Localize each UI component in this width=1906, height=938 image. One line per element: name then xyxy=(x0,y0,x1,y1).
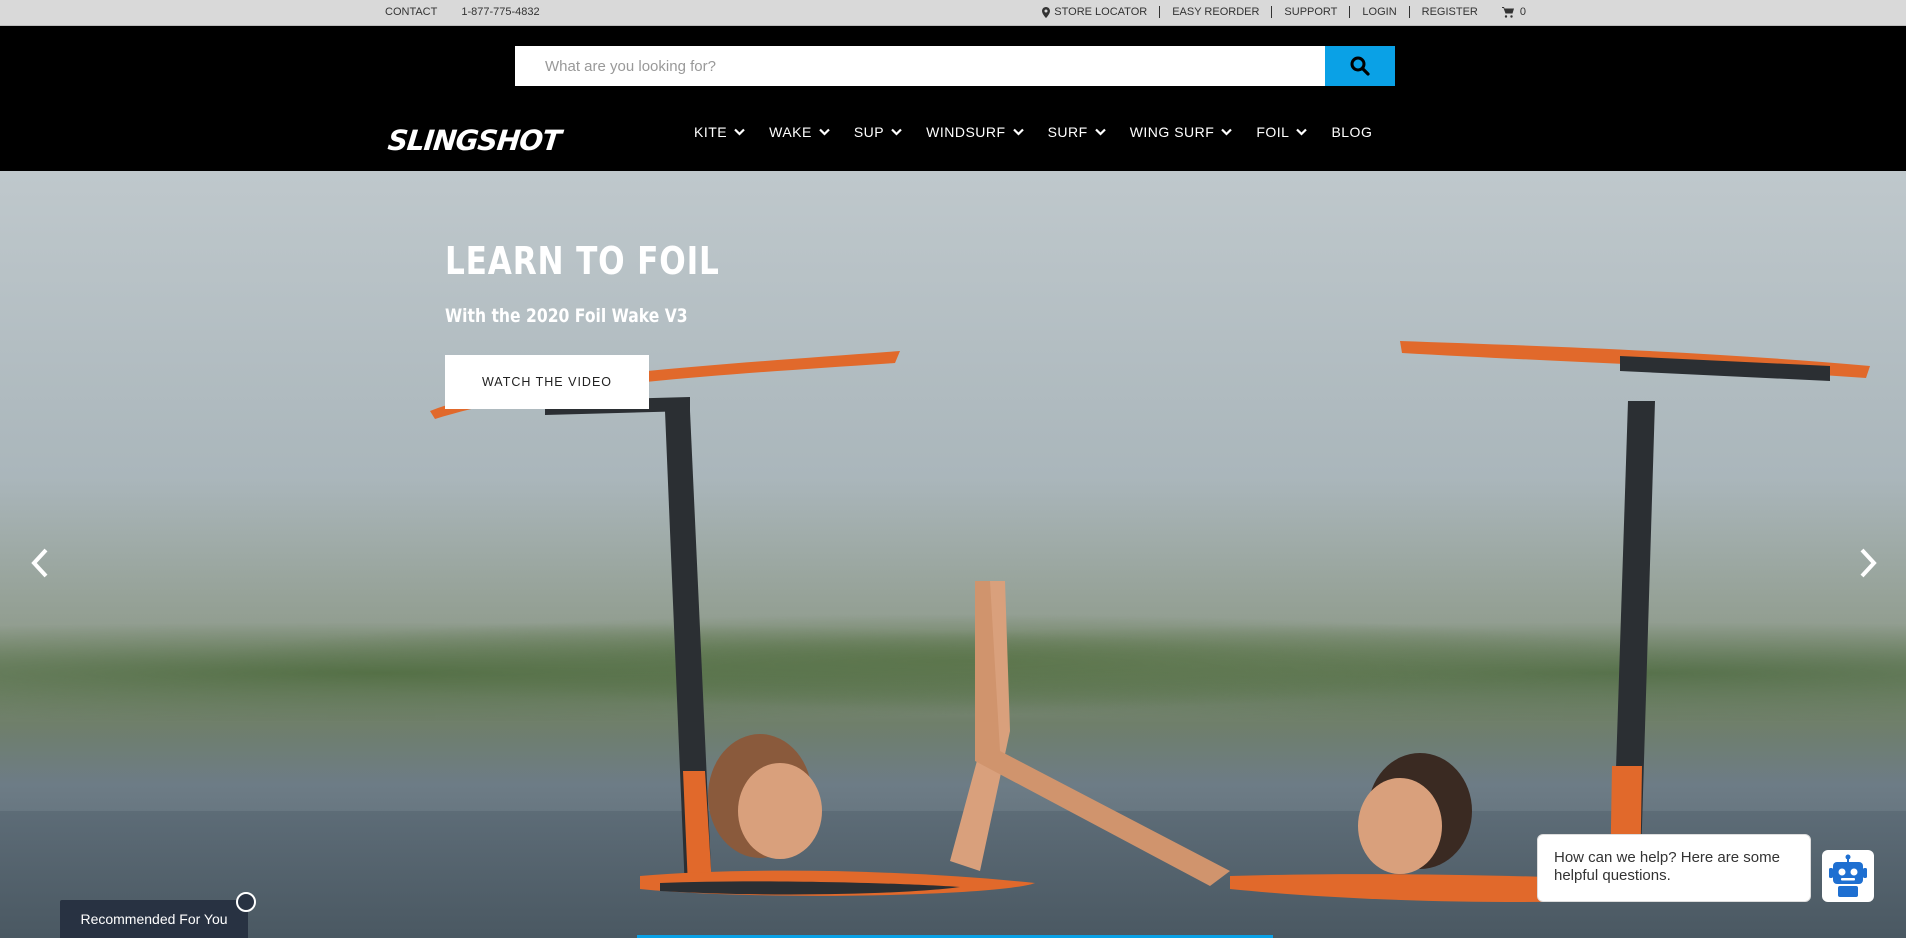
support-label: SUPPORT xyxy=(1284,6,1338,18)
watch-video-button[interactable]: WATCH THE VIDEO xyxy=(445,355,649,409)
hero-subtitle: With the 2020 Foil Wake V3 xyxy=(445,305,688,327)
easy-reorder-link[interactable]: EASY REORDER xyxy=(1160,6,1273,18)
nav-item-sup[interactable]: SUP xyxy=(854,124,926,140)
map-pin-icon xyxy=(1042,6,1051,18)
hero-photo xyxy=(430,341,1870,903)
chevron-down-icon xyxy=(1296,128,1308,136)
chevron-down-icon xyxy=(1012,128,1024,136)
robot-icon xyxy=(1829,854,1867,897)
nav-item-kite[interactable]: KITE xyxy=(694,124,769,140)
chevron-down-icon xyxy=(891,128,902,136)
nav-item-foil[interactable]: FOIL xyxy=(1256,124,1331,140)
slider-prev-button[interactable] xyxy=(22,541,58,585)
chevron-right-icon xyxy=(1860,548,1877,578)
login-link[interactable]: LOGIN xyxy=(1350,6,1410,18)
nav-item-surf[interactable]: SURF xyxy=(1048,124,1130,140)
support-link[interactable]: SUPPORT xyxy=(1272,6,1351,18)
hero-title: LEARN TO FOIL xyxy=(445,239,720,283)
chevron-down-icon xyxy=(1221,128,1233,136)
chat-prompt-bubble[interactable]: How can we help? Here are some helpful q… xyxy=(1537,834,1811,902)
nav-item-windsurf[interactable]: WINDSURF xyxy=(926,124,1047,140)
phone-link[interactable]: 1-877-775-4832 xyxy=(461,6,539,18)
easy-reorder-label: EASY REORDER xyxy=(1172,6,1260,18)
cart-link[interactable]: 0 xyxy=(1490,6,1526,18)
hero-slider: LEARN TO FOIL With the 2020 Foil Wake V3… xyxy=(0,171,1906,938)
utility-left: CONTACT 1-877-775-4832 xyxy=(385,6,540,18)
login-label: LOGIN xyxy=(1362,6,1397,18)
nav-item-blog[interactable]: BLOG xyxy=(1331,124,1396,140)
chevron-down-icon xyxy=(819,128,830,136)
nav-label: KITE xyxy=(694,124,728,140)
register-link[interactable]: REGISTER xyxy=(1410,6,1490,18)
nav-item-wake[interactable]: WAKE xyxy=(769,124,854,140)
nav-label: SUP xyxy=(853,124,885,140)
chevron-left-icon xyxy=(31,548,48,578)
cart-count: 0 xyxy=(1519,6,1526,18)
store-locator-label: STORE LOCATOR xyxy=(1054,6,1148,18)
nav-label: WINDSURF xyxy=(926,124,1006,140)
chevron-down-icon xyxy=(1094,128,1106,136)
header: SLINGSHOT KITE WAKE SUP WINDSURF SURF WI… xyxy=(0,26,1906,171)
nav-label: WING SURF xyxy=(1129,124,1215,140)
contact-link[interactable]: CONTACT xyxy=(385,6,437,18)
nav-label: WAKE xyxy=(769,124,812,140)
nav-label: BLOG xyxy=(1331,124,1373,140)
chevron-down-icon xyxy=(734,128,745,136)
slingshot-logo[interactable]: SLINGSHOT xyxy=(386,120,563,160)
search-input[interactable] xyxy=(515,46,1325,86)
recommended-for-you-tab[interactable]: Recommended For You xyxy=(60,892,256,938)
chatbot-button[interactable] xyxy=(1822,850,1874,902)
nav-label: SURF xyxy=(1047,124,1088,140)
search-icon xyxy=(1350,56,1370,76)
nav-label: FOIL xyxy=(1256,124,1290,140)
register-label: REGISTER xyxy=(1421,6,1478,18)
cart-icon xyxy=(1501,6,1514,18)
nav-item-wing-surf[interactable]: WING SURF xyxy=(1130,124,1257,140)
utility-right: STORE LOCATOR EASY REORDER SUPPORT LOGIN… xyxy=(1030,6,1526,18)
recommended-close-button[interactable] xyxy=(236,892,256,912)
utility-bar: CONTACT 1-877-775-4832 STORE LOCATOR EAS… xyxy=(0,0,1906,26)
main-nav: KITE WAKE SUP WINDSURF SURF WING SURF FO… xyxy=(694,124,1396,140)
search-button[interactable] xyxy=(1325,46,1395,86)
store-locator-link[interactable]: STORE LOCATOR xyxy=(1030,6,1161,18)
recommended-label: Recommended For You xyxy=(80,911,228,927)
search-bar xyxy=(515,46,1395,86)
slider-next-button[interactable] xyxy=(1850,541,1886,585)
